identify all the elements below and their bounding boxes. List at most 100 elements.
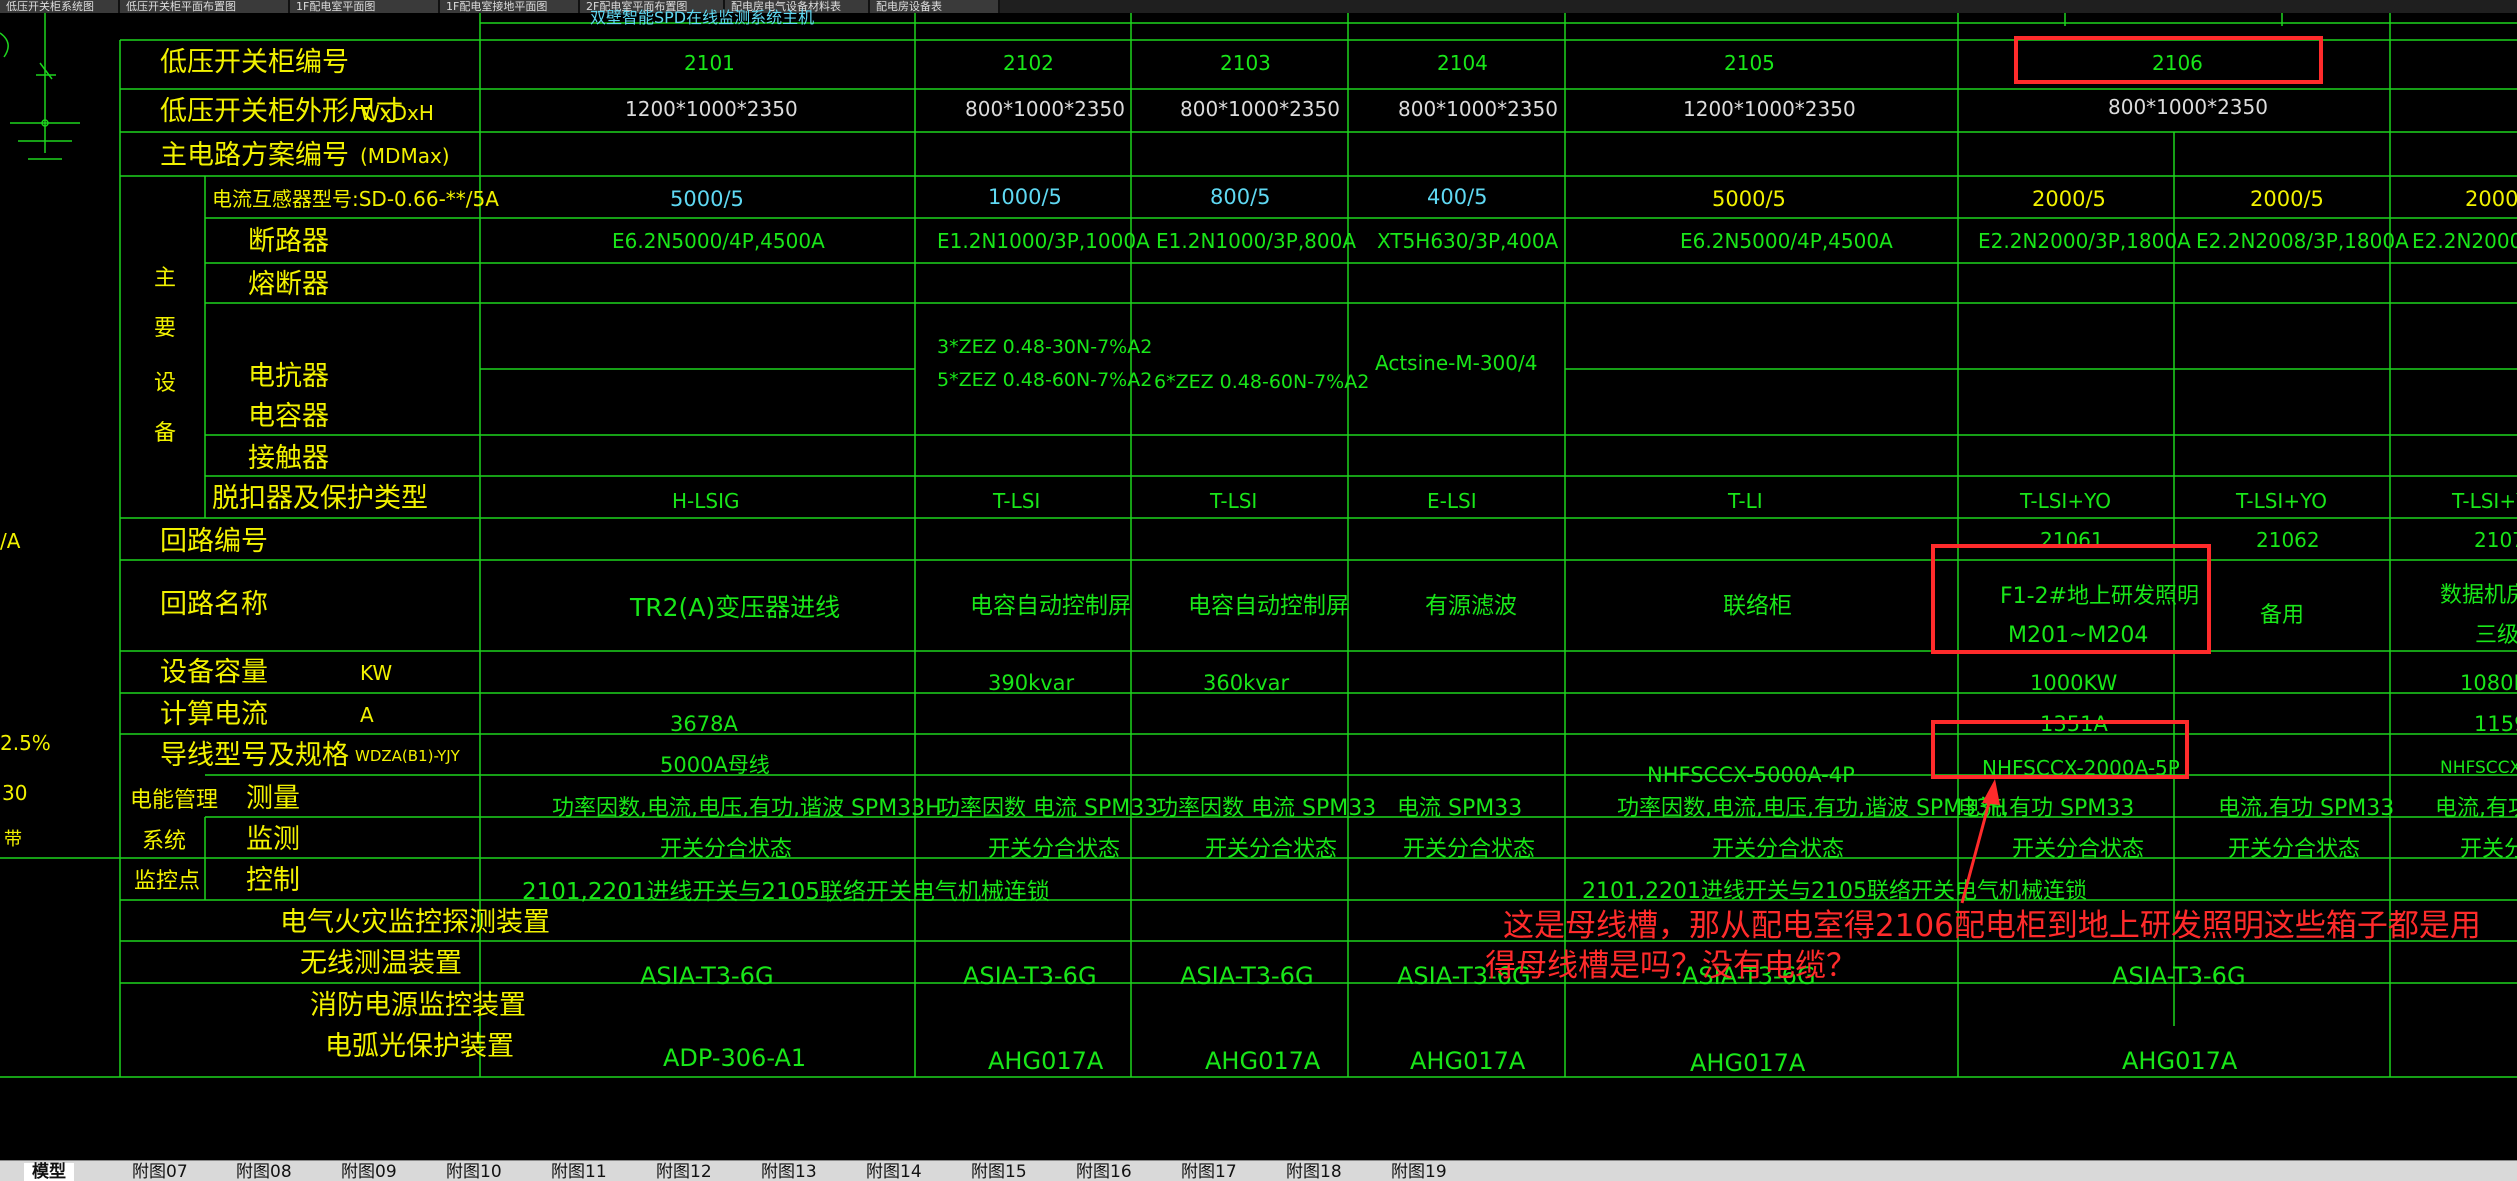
size-2101: 1200*1000*2350 bbox=[625, 97, 798, 121]
monitor-2105: 开关分合状态 bbox=[1712, 837, 1845, 862]
top-tab-strip: 低压开关柜系统图 低压开关柜平面布置图 1F配电室平面图 1F配电室接地平面图 … bbox=[0, 0, 2517, 13]
circuit-name-2103: 电容自动控制屏 bbox=[1188, 593, 1349, 619]
current-21071: 1159A bbox=[2474, 712, 2517, 736]
layout-tab-15[interactable]: 附图15 bbox=[971, 1163, 1027, 1181]
reactor-2103: 6*ZEZ 0.48-60N-7%A2 bbox=[1154, 371, 1370, 393]
arc-2101: ADP-306-A1 bbox=[663, 1044, 807, 1072]
ct-21071: 2000/5 bbox=[2465, 187, 2517, 211]
cabinet-2103: 2103 bbox=[1220, 51, 1271, 75]
label-control: 控制 bbox=[246, 865, 300, 896]
arc-2105: AHG017A bbox=[1690, 1049, 1806, 1077]
monitor-21061: 开关分合状态 bbox=[2012, 837, 2145, 862]
ct-2105: 5000/5 bbox=[1712, 187, 1786, 211]
label-arc-protection: 电弧光保护装置 bbox=[325, 1031, 514, 1062]
label-main-equipment-4: 备 bbox=[154, 421, 177, 446]
ct-2101: 5000/5 bbox=[670, 187, 744, 211]
layout-tab-10[interactable]: 附图10 bbox=[446, 1163, 502, 1181]
current-21061: 1351A bbox=[2040, 712, 2108, 736]
cable-2101: 5000A母线 bbox=[660, 753, 770, 777]
layout-tab-17[interactable]: 附图17 bbox=[1181, 1163, 1237, 1181]
reactor-2102-line2: 5*ZEZ 0.48-60N-7%A2 bbox=[937, 369, 1153, 391]
circuit-name-21071: 数据机房 bbox=[2440, 583, 2517, 608]
label-cable-model: 导线型号及规格 bbox=[160, 740, 349, 771]
layout-tab-model[interactable]: 模型 bbox=[24, 1163, 74, 1181]
breaker-2103: E1.2N1000/3P,800A bbox=[1156, 229, 1357, 253]
margin-30: 30 bbox=[2, 781, 28, 805]
circuit-name-2101: TR2(A)变压器进线 bbox=[630, 593, 841, 622]
label-energy-mgmt-3: 监控点 bbox=[134, 869, 201, 894]
arc-2103: AHG017A bbox=[1205, 1047, 1321, 1075]
control-interlock-right: 2101,2201进线开关与2105联络开关电气机械连锁 bbox=[1582, 879, 2087, 904]
cabinet-2104: 2104 bbox=[1437, 51, 1488, 75]
margin-a: /A bbox=[0, 529, 21, 553]
label-calc-current: 计算电流 bbox=[160, 699, 268, 730]
wireless-2106: ASIA-T3-6G bbox=[2112, 962, 2246, 990]
label-circuit-no: 回路编号 bbox=[160, 526, 268, 557]
breaker-21062: E2.2N2008/3P,1800A bbox=[2196, 229, 2409, 253]
tab-equipment-list[interactable]: 配电房设备表 bbox=[870, 0, 1000, 13]
circuit-name-2105: 联络柜 bbox=[1723, 593, 1792, 619]
cad-drawing-canvas[interactable]: 双壁智能SPD在线监测系统主机 低压开关柜编号 低压开关柜外形尺寸 WxDxH … bbox=[0, 10, 2517, 1160]
label-circuit-name: 回路名称 bbox=[160, 589, 268, 620]
layout-tab-13[interactable]: 附图13 bbox=[761, 1163, 817, 1181]
label-capacity: 设备容量 bbox=[160, 657, 268, 688]
label-reactor: 电抗器 bbox=[248, 361, 329, 392]
tab-1f-grounding-plan[interactable]: 1F配电室接地平面图 bbox=[440, 0, 580, 13]
arc-2102: AHG017A bbox=[988, 1047, 1104, 1075]
label-measure: 测量 bbox=[246, 783, 300, 814]
cable-21071: NHFSCCX-2 bbox=[2440, 758, 2517, 778]
label-size-unit: WxDxH bbox=[360, 101, 434, 125]
circuit-no-21071: 21071 bbox=[2474, 528, 2517, 552]
cabinet-2106: 2106 bbox=[2152, 51, 2203, 75]
label-monitor: 监测 bbox=[246, 824, 300, 855]
layout-tab-16[interactable]: 附图16 bbox=[1076, 1163, 1132, 1181]
layout-tab-07[interactable]: 附图07 bbox=[132, 1163, 188, 1181]
monitor-2102: 开关分合状态 bbox=[988, 837, 1121, 862]
monitor-21071: 开关分合状态 bbox=[2460, 837, 2517, 862]
breaker-2102: E1.2N1000/3P,1000A bbox=[937, 229, 1150, 253]
label-energy-mgmt-2: 系统 bbox=[142, 829, 187, 854]
cabinet-2105: 2105 bbox=[1724, 51, 1775, 75]
label-release-type: 脱扣器及保护类型 bbox=[212, 483, 428, 514]
breaker-21071: E2.2N2000/3 bbox=[2412, 229, 2517, 253]
arc-2104: AHG017A bbox=[1410, 1047, 1526, 1075]
release-21071: T-LSI+Y bbox=[2452, 489, 2517, 513]
layout-tab-19[interactable]: 附图19 bbox=[1391, 1163, 1447, 1181]
measure-21071: 电流,有功 S bbox=[2435, 796, 2517, 821]
tab-1f-room-plan[interactable]: 1F配电室平面图 bbox=[290, 0, 440, 13]
monitor-21062: 开关分合状态 bbox=[2228, 837, 2361, 862]
release-21061: T-LSI+YO bbox=[2020, 489, 2111, 513]
size-2105: 1200*1000*2350 bbox=[1683, 97, 1856, 121]
label-capacitor: 电容器 bbox=[248, 401, 329, 432]
breaker-21061: E2.2N2000/3P,1800A bbox=[1978, 229, 2191, 253]
circuit-no-21062: 21062 bbox=[2256, 528, 2320, 552]
margin-pct: 2.5% bbox=[0, 731, 51, 755]
breaker-2104: XT5H630/3P,400A bbox=[1377, 229, 1559, 253]
release-2105: T-LI bbox=[1728, 489, 1763, 513]
tab-low-voltage-system[interactable]: 低压开关柜系统图 bbox=[0, 0, 120, 13]
circuit-name-2104: 有源滤波 bbox=[1425, 593, 1517, 619]
measure-2103: 功率因数 电流 SPM33 bbox=[1156, 796, 1377, 821]
layout-tab-18[interactable]: 附图18 bbox=[1286, 1163, 1342, 1181]
release-2101: H-LSIG bbox=[672, 489, 740, 513]
tab-switchgear-layout[interactable]: 低压开关柜平面布置图 bbox=[120, 0, 290, 13]
layout-tab-12[interactable]: 附图12 bbox=[656, 1163, 712, 1181]
layout-tab-09[interactable]: 附图09 bbox=[341, 1163, 397, 1181]
capacity-2103: 360kvar bbox=[1203, 671, 1290, 695]
label-scheme-no: 主电路方案编号 bbox=[160, 140, 349, 171]
cabinet-2101: 2101 bbox=[684, 51, 735, 75]
release-2104: E-LSI bbox=[1427, 489, 1477, 513]
label-main-equipment-3: 设 bbox=[154, 371, 177, 396]
circuit-name-21061-range: M201~M204 bbox=[2008, 623, 2149, 648]
layout-tab-11[interactable]: 附图11 bbox=[551, 1163, 607, 1181]
label-cabinet-no: 低压开关柜编号 bbox=[160, 47, 349, 78]
release-21062: T-LSI+YO bbox=[2236, 489, 2327, 513]
circuit-name-2102: 电容自动控制屏 bbox=[970, 593, 1131, 619]
layout-tab-08[interactable]: 附图08 bbox=[236, 1163, 292, 1181]
wireless-2103: ASIA-T3-6G bbox=[1180, 962, 1314, 990]
circuit-name-21071-load: 三级负 bbox=[2475, 623, 2517, 648]
layout-tab-14[interactable]: 附图14 bbox=[866, 1163, 922, 1181]
cable-21061: NHFSCCX-2000A-5P bbox=[1982, 756, 2180, 780]
measure-21062: 电流,有功 SPM33 bbox=[2218, 796, 2395, 821]
measure-2101: 功率因数,电流,电压,有功,谐波 SPM33H bbox=[552, 796, 942, 821]
